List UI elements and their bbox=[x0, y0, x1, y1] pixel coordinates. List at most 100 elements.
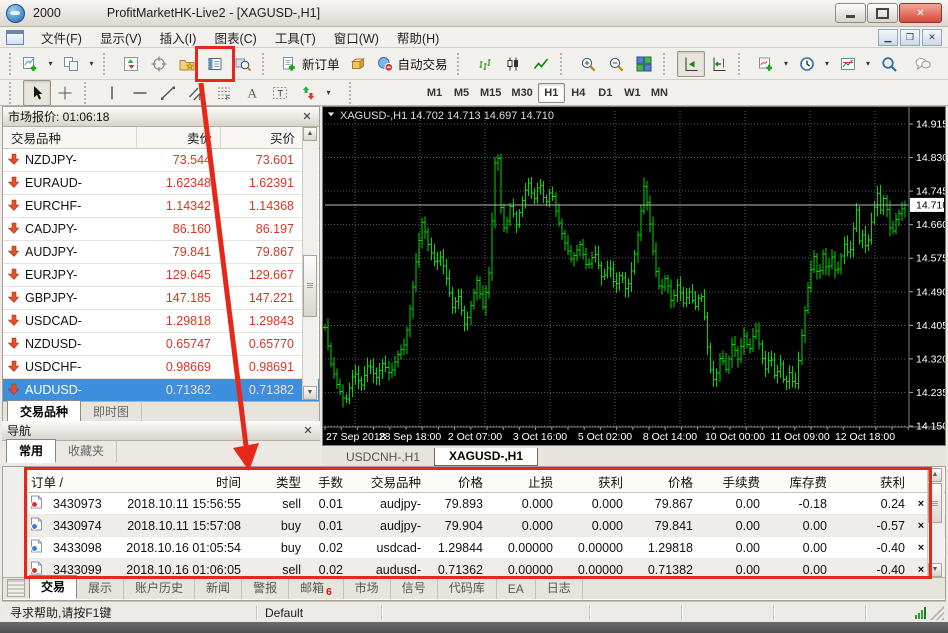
new-order-button[interactable]: 新订单 bbox=[276, 51, 344, 77]
terminal-tab-代码库[interactable]: 代码库 bbox=[438, 577, 497, 599]
orders-column-4[interactable]: 交易品种 bbox=[349, 472, 427, 491]
chat-button[interactable] bbox=[909, 51, 937, 77]
indicators-button[interactable] bbox=[752, 51, 780, 77]
terminal-tab-邮箱[interactable]: 邮箱 6 bbox=[289, 577, 344, 599]
hline-button[interactable] bbox=[126, 80, 154, 106]
chart-tab-XAGUSDH1[interactable]: XAGUSD-,H1 bbox=[434, 448, 539, 466]
terminal-tab-新闻[interactable]: 新闻 bbox=[195, 577, 243, 599]
tester-button[interactable] bbox=[229, 51, 257, 77]
scroll-thumb[interactable] bbox=[303, 255, 317, 317]
navigator-tab-收藏夹[interactable]: 收藏夹 bbox=[56, 440, 118, 462]
fibonacci-button[interactable]: F bbox=[210, 80, 238, 106]
timeframe-M5[interactable]: M5 bbox=[448, 83, 475, 103]
child-close-button[interactable]: ✕ bbox=[922, 28, 942, 46]
orders-column-8[interactable]: 价格 bbox=[629, 472, 699, 491]
auto-trading-button[interactable]: 自动交易 bbox=[372, 51, 452, 77]
terminal-tab-警报[interactable]: 警报 bbox=[242, 577, 290, 599]
templates-button[interactable] bbox=[834, 51, 862, 77]
market-watch-tab-即时图[interactable]: 即时图 bbox=[81, 401, 143, 423]
terminal-tab-账户历史[interactable]: 账户历史 bbox=[124, 577, 196, 599]
market-watch-row-gbpjpy[interactable]: GBPJPY- 147.185 147.221 bbox=[3, 287, 319, 310]
bars-button[interactable] bbox=[471, 51, 499, 77]
cube-button[interactable] bbox=[344, 51, 372, 77]
market-watch-button[interactable] bbox=[117, 51, 145, 77]
periods-button[interactable] bbox=[793, 51, 821, 77]
terminal-tab-日志[interactable]: 日志 bbox=[536, 577, 583, 599]
market-watch-row-nzdjpy[interactable]: NZDJPY- 73.544 73.601 bbox=[3, 149, 319, 172]
minimize-button[interactable] bbox=[835, 3, 866, 23]
timeframe-M1[interactable]: M1 bbox=[421, 83, 448, 103]
profiles-dropdown[interactable]: ▾ bbox=[85, 51, 98, 77]
market-watch-row-audjpy[interactable]: AUDJPY- 79.841 79.867 bbox=[3, 241, 319, 264]
order-row-3433098[interactable]: 3433098 2018.10.16 01:05:54 buy 0.02 usdcad-… bbox=[27, 537, 945, 559]
child-restore-button[interactable]: ❐ bbox=[900, 28, 920, 46]
terminal-button[interactable] bbox=[201, 51, 229, 77]
text-label-button[interactable]: T bbox=[266, 80, 294, 106]
market-watch-row-audusd[interactable]: AUDUSD- 0.71362 0.71382 bbox=[3, 379, 319, 401]
close-button[interactable]: ✕ bbox=[899, 3, 942, 23]
orders-column-6[interactable]: 止损 bbox=[489, 472, 559, 491]
profiles-button[interactable] bbox=[57, 51, 85, 77]
child-minimize-button[interactable]: ▁ bbox=[878, 28, 898, 46]
orders-column-0[interactable]: 订单 / bbox=[27, 472, 107, 491]
scroll-down-icon[interactable]: ▼ bbox=[928, 563, 942, 577]
timeframe-MN[interactable]: MN bbox=[646, 83, 673, 103]
orders-column-11[interactable]: 获利 bbox=[833, 472, 911, 491]
new-chart-dropdown[interactable]: ▾ bbox=[44, 51, 57, 77]
order-row-3430973[interactable]: 3430973 2018.10.11 15:56:55 sell 0.01 audjpy… bbox=[27, 493, 945, 515]
timeframe-M30[interactable]: M30 bbox=[506, 83, 537, 103]
terminal-tab-市场[interactable]: 市场 bbox=[344, 577, 391, 599]
trendline-button[interactable] bbox=[154, 80, 182, 106]
terminal-tab-EA[interactable]: EA bbox=[497, 580, 536, 599]
zoom-in-button[interactable] bbox=[574, 51, 602, 77]
orders-column-1[interactable]: 时间 bbox=[107, 472, 247, 491]
timeframe-H4[interactable]: H4 bbox=[565, 83, 592, 103]
market-watch-row-eurchf[interactable]: EURCHF- 1.14342 1.14368 bbox=[3, 195, 319, 218]
channel-button[interactable]: E bbox=[182, 80, 210, 106]
tile-windows-button[interactable] bbox=[630, 51, 658, 77]
new-chart-button[interactable] bbox=[16, 51, 44, 77]
menu-item-6[interactable]: 帮助(H) bbox=[388, 30, 448, 48]
zoom-out-button[interactable] bbox=[602, 51, 630, 77]
vline-button[interactable] bbox=[98, 80, 126, 106]
resize-grip[interactable] bbox=[930, 605, 944, 620]
navigator-tab-常用[interactable]: 常用 bbox=[6, 439, 57, 463]
scroll-down-icon[interactable]: ▼ bbox=[303, 386, 317, 400]
orders-column-7[interactable]: 获利 bbox=[559, 472, 629, 491]
orders-column-10[interactable]: 库存费 bbox=[766, 472, 833, 491]
status-profile[interactable]: Default bbox=[257, 605, 382, 620]
templates-dropdown[interactable]: ▾ bbox=[862, 51, 875, 77]
indicators-dropdown[interactable]: ▾ bbox=[780, 51, 793, 77]
menu-item-2[interactable]: 插入(I) bbox=[151, 30, 206, 48]
market-watch-row-eurjpy[interactable]: EURJPY- 129.645 129.667 bbox=[3, 264, 319, 287]
chart-shift-button[interactable] bbox=[705, 51, 733, 77]
periods-dropdown[interactable]: ▾ bbox=[821, 51, 834, 77]
order-row-3430974[interactable]: 3430974 2018.10.11 15:57:08 buy 0.01 audjpy-… bbox=[27, 515, 945, 537]
timeframe-M15[interactable]: M15 bbox=[475, 83, 506, 103]
timeframe-D1[interactable]: D1 bbox=[592, 83, 619, 103]
data-window-button[interactable] bbox=[145, 51, 173, 77]
chart-tab-USDCNHH1[interactable]: USDCNH-,H1 bbox=[332, 449, 434, 466]
menu-item-3[interactable]: 图表(C) bbox=[205, 30, 265, 48]
market-watch-row-cadjpy[interactable]: CADJPY- 86.160 86.197 bbox=[3, 218, 319, 241]
orders-column-5[interactable]: 价格 bbox=[427, 472, 489, 491]
market-watch-row-nzdusd[interactable]: NZDUSD- 0.65747 0.65770 bbox=[3, 333, 319, 356]
navigator-close-icon[interactable]: ✕ bbox=[301, 424, 315, 437]
maximize-button[interactable] bbox=[867, 3, 898, 23]
orders-column-9[interactable]: 手续费 bbox=[699, 472, 766, 491]
menu-item-4[interactable]: 工具(T) bbox=[266, 30, 325, 48]
orders-column-2[interactable]: 类型 bbox=[247, 472, 307, 491]
scroll-up-icon[interactable]: ▲ bbox=[928, 468, 942, 482]
scroll-thumb[interactable] bbox=[928, 483, 942, 523]
timeframe-W1[interactable]: W1 bbox=[619, 83, 646, 103]
market-watch-row-euraud[interactable]: EURAUD- 1.62348 1.62391 bbox=[3, 172, 319, 195]
search-button[interactable] bbox=[875, 51, 903, 77]
candles-button[interactable] bbox=[499, 51, 527, 77]
auto-scroll-button[interactable] bbox=[676, 50, 705, 77]
terminal-tab-交易[interactable]: 交易 bbox=[29, 575, 78, 599]
line-chart-button[interactable] bbox=[527, 51, 555, 77]
market-watch-scrollbar[interactable]: ▲ ▼ bbox=[302, 127, 318, 400]
text-button[interactable]: A bbox=[238, 80, 266, 106]
navigator-button[interactable] bbox=[173, 51, 201, 77]
crosshair-button[interactable] bbox=[51, 80, 79, 106]
